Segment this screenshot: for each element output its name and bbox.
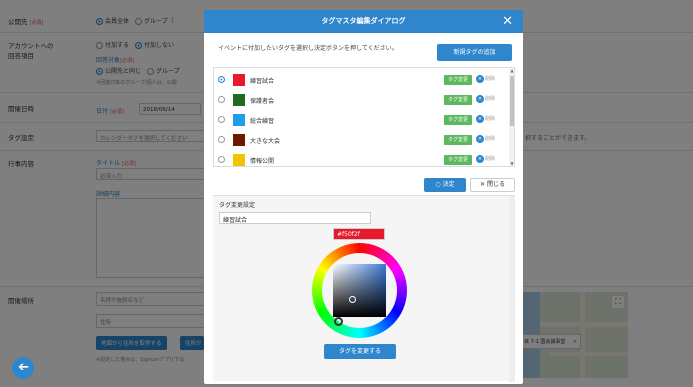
hue-picker-handle[interactable] <box>334 317 343 326</box>
tag-delete-button[interactable]: × 削除 <box>476 115 495 123</box>
delete-x-icon: × <box>476 95 484 103</box>
change-tag-button[interactable]: タグを変更する <box>324 344 396 359</box>
tag-change-button[interactable]: タグ変更 <box>444 115 472 125</box>
tag-delete-button[interactable]: × 削除 <box>476 95 495 103</box>
tag-radio[interactable] <box>218 96 225 103</box>
tag-color-swatch <box>233 74 245 86</box>
tag-radio[interactable] <box>218 116 225 123</box>
scroll-up-icon[interactable]: ▲ <box>509 68 514 73</box>
tag-row[interactable]: 情報公開 タグ変更 × 削除 <box>214 150 509 166</box>
back-arrow-icon[interactable]: ➔ <box>12 357 34 379</box>
delete-x-icon: × <box>476 115 484 123</box>
edit-panel-title: タグ変更設定 <box>219 202 256 209</box>
tag-delete-button[interactable]: × 削除 <box>476 135 495 143</box>
saturation-value-square[interactable] <box>333 264 386 317</box>
tag-list: 練習試合 タグ変更 × 削除 保護者会 タグ変更 × 削除 総合練習 タグ変更 × 削… <box>213 67 515 167</box>
delete-x-icon: × <box>476 75 484 83</box>
tag-row[interactable]: 保護者会 タグ変更 × 削除 <box>214 90 509 110</box>
tag-row[interactable]: 大きな大会 タグ変更 × 削除 <box>214 130 509 150</box>
tag-row[interactable]: 練習試合 タグ変更 × 削除 <box>214 70 509 90</box>
delete-x-icon: × <box>476 135 484 143</box>
tag-color-swatch <box>233 134 245 146</box>
delete-x-icon: × <box>476 155 484 163</box>
hex-color-input[interactable]: #f50f2f <box>333 228 385 240</box>
tag-radio[interactable] <box>218 76 225 83</box>
tag-name: 練習試合 <box>250 78 275 85</box>
add-new-tag-button[interactable]: 新規タグの追加 <box>437 44 512 61</box>
tag-color-swatch <box>233 154 245 166</box>
circle-icon: ○ <box>435 181 441 188</box>
dialog-title: タグマスタ編集ダイアログ <box>321 17 406 25</box>
tag-change-button[interactable]: タグ変更 <box>444 135 472 145</box>
tag-name: 保護者会 <box>250 98 275 105</box>
scrollbar-thumb[interactable] <box>510 76 514 126</box>
x-icon: ✕ <box>480 181 486 188</box>
sv-picker-handle[interactable] <box>349 296 356 303</box>
tag-delete-button[interactable]: × 削除 <box>476 155 495 163</box>
dialog-header: タグマスタ編集ダイアログ ✕ <box>204 10 523 33</box>
tag-name-input[interactable]: 練習試合 <box>219 212 371 224</box>
tag-color-swatch <box>233 94 245 106</box>
tag-radio[interactable] <box>218 156 225 163</box>
scroll-down-icon[interactable]: ▼ <box>509 161 514 166</box>
tag-change-button[interactable]: タグ変更 <box>444 95 472 105</box>
tag-change-button[interactable]: タグ変更 <box>444 75 472 85</box>
tag-delete-button[interactable]: × 削除 <box>476 75 495 83</box>
tag-edit-panel: タグ変更設定 練習試合 #f50f2f タグを変更する <box>213 195 515 382</box>
tag-name: 総合練習 <box>250 118 275 125</box>
tag-name: 大きな大会 <box>250 138 281 145</box>
tag-master-dialog: タグマスタ編集ダイアログ ✕ イベントに付加したいタグを選択し決定ボタンを押して… <box>204 10 523 384</box>
tag-color-swatch <box>233 114 245 126</box>
dialog-description: イベントに付加したいタグを選択し決定ボタンを押してください。 <box>218 45 398 52</box>
tag-name: 情報公開 <box>250 158 275 165</box>
tag-row[interactable]: 総合練習 タグ変更 × 削除 <box>214 110 509 130</box>
close-button[interactable]: ✕ 閉じる <box>470 178 515 192</box>
tag-radio[interactable] <box>218 136 225 143</box>
panel-scrollbar[interactable] <box>509 196 515 382</box>
tag-change-button[interactable]: タグ変更 <box>444 155 472 165</box>
tag-list-scrollbar[interactable]: ▲ ▼ <box>509 68 514 166</box>
ok-button[interactable]: ○ 決定 <box>424 178 466 192</box>
close-icon[interactable]: ✕ <box>502 13 513 30</box>
